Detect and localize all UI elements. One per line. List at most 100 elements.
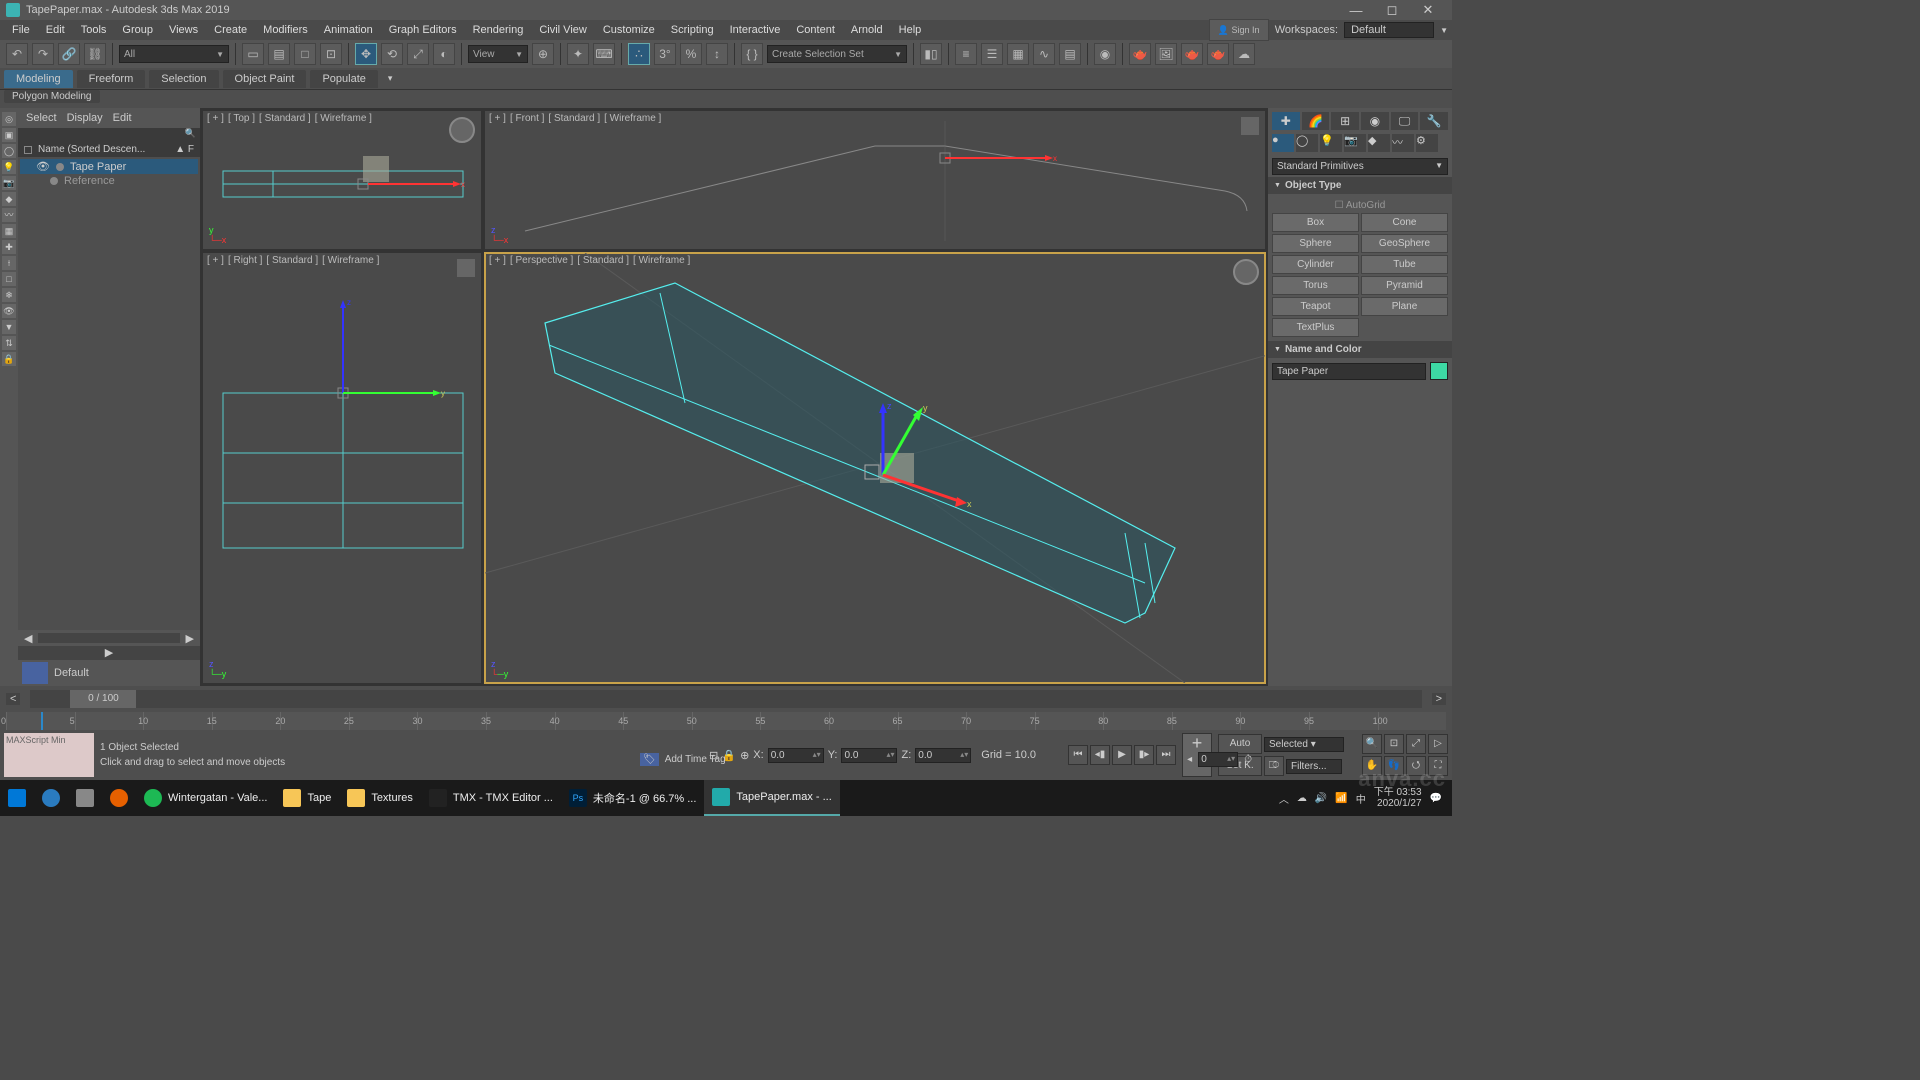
snap-toggle-button[interactable]: ∴	[628, 43, 650, 65]
display-geom-icon[interactable]: ▣	[2, 128, 16, 142]
render-prod-button[interactable]: 🫖	[1181, 43, 1203, 65]
objecttype-rollout[interactable]: Object Type	[1268, 177, 1452, 194]
display-space-icon[interactable]: 〰	[2, 208, 16, 222]
time-next-button[interactable]: >	[1432, 693, 1446, 705]
nav-fov-icon[interactable]: ▷	[1428, 734, 1448, 754]
select-manip-button[interactable]: ✦	[567, 43, 589, 65]
add-time-tag[interactable]: Add Time Tag	[665, 754, 726, 765]
modify-tab[interactable]: 🌈	[1302, 112, 1330, 130]
time-prev-button[interactable]: <	[6, 693, 20, 705]
keyboard-shortcut-button[interactable]: ⌨	[593, 43, 615, 65]
rendered-frame-button[interactable]: 🖼	[1155, 43, 1177, 65]
scene-header[interactable]: Name (Sorted Descen... ▲ F	[18, 142, 200, 157]
layer-explorer-button[interactable]: ☰	[981, 43, 1003, 65]
prim-textplus[interactable]: TextPlus	[1272, 318, 1359, 337]
display-xref-icon[interactable]: ✚	[2, 240, 16, 254]
scene-menu-edit[interactable]: Edit	[113, 112, 132, 124]
lock-icon[interactable]: 🔒	[2, 352, 16, 366]
prim-teapot[interactable]: Teapot	[1272, 297, 1359, 316]
display-bone-icon[interactable]: ⟊	[2, 256, 16, 270]
menu-arnold[interactable]: Arnold	[843, 22, 891, 38]
select-scale-button[interactable]: ⤢	[407, 43, 429, 65]
schematic-view-button[interactable]: ▤	[1059, 43, 1081, 65]
category-dropdown[interactable]: Standard Primitives▼	[1272, 158, 1448, 175]
polygon-modeling-panel[interactable]: Polygon Modeling	[4, 90, 100, 103]
signin-button[interactable]: 👤 Sign In	[1209, 19, 1269, 41]
menu-rendering[interactable]: Rendering	[465, 22, 532, 38]
scroll-right-icon[interactable]: ▶	[180, 632, 200, 645]
menu-civilview[interactable]: Civil View	[531, 22, 594, 38]
create-tab[interactable]: ✚	[1272, 112, 1300, 130]
menu-customize[interactable]: Customize	[595, 22, 663, 38]
angle-snap-button[interactable]: 3°	[654, 43, 676, 65]
select-place-button[interactable]: ◐	[433, 43, 455, 65]
cortana-button[interactable]	[34, 780, 68, 816]
menu-tools[interactable]: Tools	[73, 22, 115, 38]
notifications-icon[interactable]: 💬	[1430, 793, 1442, 804]
menu-scripting[interactable]: Scripting	[663, 22, 722, 38]
spotify-task[interactable]: Wintergatan - Vale...	[136, 780, 275, 816]
toggle-ribbon-button[interactable]: ▦	[1007, 43, 1029, 65]
prim-sphere[interactable]: Sphere	[1272, 234, 1359, 253]
ime-icon[interactable]: 中	[1356, 791, 1366, 806]
maxscript-listener[interactable]: MAXScript Min	[4, 733, 94, 777]
hierarchy-tab[interactable]: ⊞	[1331, 112, 1359, 130]
viewport-right[interactable]: [ + ][ Right ][ Standard ][ Wireframe ] …	[202, 252, 482, 684]
prim-pyramid[interactable]: Pyramid	[1361, 276, 1448, 295]
pivot-button[interactable]: ⊕	[532, 43, 554, 65]
minimize-button[interactable]: —	[1338, 3, 1374, 18]
edit-selection-set-button[interactable]: { }	[741, 43, 763, 65]
display-frozen-icon[interactable]: ❄	[2, 288, 16, 302]
display-helpers-icon[interactable]: ◆	[2, 192, 16, 206]
display-cameras-icon[interactable]: 📷	[2, 176, 16, 190]
photoshop-task[interactable]: Ps未命名-1 @ 66.7% ...	[561, 780, 704, 816]
percent-snap-button[interactable]: %	[680, 43, 702, 65]
wifi-icon[interactable]: 📶	[1335, 793, 1347, 804]
select-move-button[interactable]: ✥	[355, 43, 377, 65]
color-swatch[interactable]	[1430, 362, 1448, 380]
shapes-icon[interactable]: ◯	[1296, 134, 1318, 152]
prim-cone[interactable]: Cone	[1361, 213, 1448, 232]
tab-populate[interactable]: Populate	[310, 70, 377, 88]
named-selection-set[interactable]: Create Selection Set▼	[767, 45, 907, 63]
motion-tab[interactable]: ◉	[1361, 112, 1389, 130]
taskview-button[interactable]	[68, 780, 102, 816]
filter-icon[interactable]: ▼	[2, 320, 16, 334]
keyfilter-dropdown[interactable]: Selected ▾	[1264, 737, 1344, 752]
systems-icon[interactable]: ⚙	[1416, 134, 1438, 152]
select-object-button[interactable]: ▭	[242, 43, 264, 65]
geometry-icon[interactable]: ●	[1272, 134, 1294, 152]
volume-icon[interactable]: 🔊	[1315, 793, 1327, 804]
expand-button[interactable]: ▶	[18, 646, 200, 660]
display-container-icon[interactable]: □	[2, 272, 16, 286]
search-icon[interactable]: 🔍	[185, 128, 196, 142]
prim-torus[interactable]: Torus	[1272, 276, 1359, 295]
redo-button[interactable]: ↷	[32, 43, 54, 65]
start-button[interactable]	[0, 780, 34, 816]
lights-icon[interactable]: 💡	[1320, 134, 1342, 152]
clock-date[interactable]: 2020/1/27	[1374, 798, 1422, 809]
time-slider[interactable]: 0 / 100	[30, 690, 1421, 708]
spacewarps-icon[interactable]: 〰	[1392, 134, 1414, 152]
menu-modifiers[interactable]: Modifiers	[255, 22, 316, 38]
prim-tube[interactable]: Tube	[1361, 255, 1448, 274]
close-button[interactable]: ✕	[1410, 2, 1446, 18]
active-layer[interactable]: Default	[54, 667, 89, 679]
display-lights-icon[interactable]: 💡	[2, 160, 16, 174]
material-editor-button[interactable]: ◉	[1094, 43, 1116, 65]
keyfilters-button[interactable]: Filters...	[1286, 759, 1342, 774]
spinner-snap-button[interactable]: ↕	[706, 43, 728, 65]
display-shapes-icon[interactable]: ◯	[2, 144, 16, 158]
refcoord-dropdown[interactable]: View▼	[468, 45, 528, 63]
sync-icon[interactable]: ⇅	[2, 336, 16, 350]
autogrid-check[interactable]: ☐ AutoGrid	[1272, 198, 1448, 213]
tab-selection[interactable]: Selection	[149, 70, 218, 88]
object-name-input[interactable]	[1272, 363, 1426, 380]
keyspin-left-icon[interactable]: ◂	[1187, 754, 1192, 765]
utilities-tab[interactable]: 🔧	[1420, 112, 1448, 130]
viewport-front[interactable]: [ + ][ Front ][ Standard ][ Wireframe ] …	[484, 110, 1266, 250]
menu-file[interactable]: File	[4, 22, 38, 38]
align-button[interactable]: ≡	[955, 43, 977, 65]
tab-objectpaint[interactable]: Object Paint	[223, 70, 307, 88]
menu-views[interactable]: Views	[161, 22, 206, 38]
